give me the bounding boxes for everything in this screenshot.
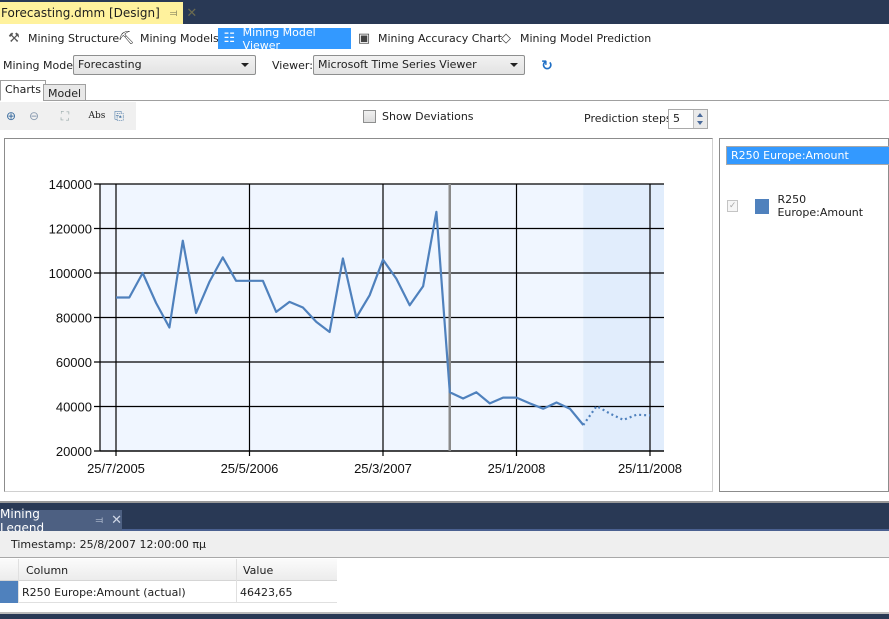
model-viewer-icon: ☷ bbox=[223, 31, 236, 46]
mining-legend-grid: Column Value R250 Europe:Amount (actual)… bbox=[0, 559, 337, 603]
tab-mining-model-prediction[interactable]: ◇ Mining Model Prediction bbox=[494, 28, 655, 49]
tab-label: Model bbox=[48, 87, 82, 100]
show-deviations-label: Show Deviations bbox=[382, 110, 474, 123]
pin-icon[interactable]: ⫤ bbox=[96, 515, 104, 526]
x-tick-label: 25/11/2008 bbox=[618, 461, 682, 476]
series-item[interactable]: ✓ R250 Europe:Amount bbox=[727, 193, 888, 219]
tab-charts[interactable]: Charts bbox=[0, 80, 46, 101]
chart-toolbar: ⊕ ⊖ ⛶ Abs ⎘ bbox=[0, 102, 136, 130]
tab-mining-accuracy-chart[interactable]: ▣ Mining Accuracy Chart bbox=[352, 28, 506, 49]
show-deviations-toggle[interactable]: Show Deviations bbox=[363, 110, 474, 123]
series-panel: R250 Europe:Amount ✓ R250 Europe:Amount bbox=[719, 138, 889, 492]
series-item-label: R250 Europe:Amount bbox=[777, 193, 864, 219]
cell-column: R250 Europe:Amount (actual) bbox=[22, 586, 186, 599]
mining-model-label: Mining Model: bbox=[3, 59, 80, 72]
timestamp-bar: Timestamp: 25/8/2007 12:00:00 πμ bbox=[0, 531, 889, 558]
x-tick-label: 25/1/2008 bbox=[488, 461, 546, 476]
y-tick-label: 80000 bbox=[56, 311, 92, 326]
arrow-down-icon[interactable] bbox=[697, 121, 703, 125]
refresh-icon[interactable]: ↻ bbox=[539, 58, 555, 74]
abs-icon[interactable]: Abs bbox=[86, 108, 108, 124]
viewer-sub-tabs: Charts Model bbox=[0, 80, 889, 101]
tab-label: Mining Model Viewer bbox=[242, 25, 316, 52]
tab-label: Mining Structure bbox=[28, 32, 120, 45]
document-tab[interactable]: Forecasting.dmm [Design] ⫤ ✕ bbox=[0, 2, 197, 24]
bottom-frame bbox=[0, 614, 889, 619]
copy-icon[interactable]: ⎘ bbox=[110, 108, 128, 124]
grid-header: Column Value bbox=[0, 559, 337, 581]
tab-label: Mining Accuracy Chart bbox=[378, 32, 502, 45]
series-selected-label: R250 Europe:Amount bbox=[731, 149, 849, 162]
designer-tabs: ⚒ Mining Structure ⛏ Mining Models ☷ Min… bbox=[0, 24, 889, 52]
tab-mining-structure[interactable]: ⚒ Mining Structure bbox=[2, 28, 123, 49]
chevron-down-icon bbox=[510, 63, 518, 67]
prediction-steps-label: Prediction steps bbox=[584, 112, 672, 125]
prediction-steps-value: 5 bbox=[673, 112, 680, 125]
fit-icon[interactable]: ⛶ bbox=[56, 108, 74, 124]
arrow-up-icon[interactable] bbox=[697, 113, 703, 117]
zoom-in-icon[interactable]: ⊕ bbox=[2, 108, 20, 124]
y-tick-label: 120000 bbox=[49, 222, 92, 237]
stepper-buttons[interactable] bbox=[693, 110, 707, 128]
pickaxe-icon: ⛏ bbox=[117, 31, 135, 46]
x-tick-label: 25/7/2005 bbox=[87, 461, 145, 476]
x-tick-label: 25/3/2007 bbox=[354, 461, 412, 476]
y-tick-label: 40000 bbox=[56, 400, 92, 415]
grid-divider bbox=[18, 559, 19, 603]
y-tick-label: 140000 bbox=[49, 177, 92, 192]
tab-model[interactable]: Model bbox=[43, 84, 87, 101]
chart-panel: 140000 120000 100000 80000 60000 40000 20000 25… bbox=[4, 138, 713, 492]
zoom-out-icon[interactable]: ⊖ bbox=[25, 108, 43, 124]
mining-structure-icon: ⚒ bbox=[8, 31, 20, 46]
chevron-down-icon bbox=[241, 63, 249, 67]
series-color-marker bbox=[0, 581, 18, 603]
tab-label: Mining Model Prediction bbox=[520, 32, 652, 45]
designer-window: Forecasting.dmm [Design] ⫤ ✕ ⚒ Mining St… bbox=[0, 0, 889, 619]
series-checkbox[interactable]: ✓ bbox=[727, 200, 739, 212]
diamond-icon: ◇ bbox=[501, 31, 511, 46]
table-row[interactable]: R250 Europe:Amount (actual) 46423,65 bbox=[0, 581, 337, 603]
timestamp-text: Timestamp: 25/8/2007 12:00:00 πμ bbox=[11, 538, 207, 551]
series-selector[interactable]: R250 Europe:Amount bbox=[726, 146, 889, 165]
x-tick-label: 25/5/2006 bbox=[221, 461, 279, 476]
mining-model-dropdown[interactable]: Forecasting bbox=[73, 55, 256, 75]
mining-legend-tab[interactable]: Mining Legend ⫤ ✕ bbox=[0, 507, 122, 535]
tab-mining-models[interactable]: ⛏ Mining Models bbox=[114, 28, 223, 49]
y-tick-label: 20000 bbox=[56, 444, 92, 459]
tab-label: Charts bbox=[5, 83, 41, 96]
close-icon[interactable]: ✕ bbox=[186, 6, 197, 21]
close-icon[interactable]: ✕ bbox=[111, 513, 122, 528]
series-color-swatch bbox=[755, 198, 770, 214]
document-tab-title: Forecasting.dmm [Design] bbox=[1, 6, 160, 20]
accuracy-chart-icon: ▣ bbox=[357, 31, 371, 46]
viewer-dropdown[interactable]: Microsoft Time Series Viewer bbox=[313, 55, 525, 75]
y-tick-label: 100000 bbox=[49, 266, 92, 281]
column-header-value[interactable]: Value bbox=[243, 564, 273, 577]
prediction-steps-stepper[interactable]: 5 bbox=[668, 109, 708, 129]
column-header-column[interactable]: Column bbox=[26, 564, 68, 577]
time-series-chart[interactable]: 140000 120000 100000 80000 60000 40000 20000 25… bbox=[5, 139, 714, 493]
grid-divider bbox=[236, 559, 237, 603]
tab-mining-model-viewer[interactable]: ☷ Mining Model Viewer bbox=[218, 25, 351, 52]
model-selection-row: Mining Model: Forecasting Viewer: Micros… bbox=[0, 52, 889, 80]
mining-legend-tab-strip: Mining Legend ⫤ ✕ bbox=[0, 503, 889, 535]
pin-icon[interactable]: ⫤ bbox=[170, 8, 178, 19]
document-tab-strip: Forecasting.dmm [Design] ⫤ ✕ bbox=[0, 0, 889, 24]
mining-model-value: Forecasting bbox=[78, 58, 142, 71]
tab-label: Mining Models bbox=[140, 32, 219, 45]
viewer-value: Microsoft Time Series Viewer bbox=[318, 58, 477, 71]
viewer-label: Viewer: bbox=[272, 59, 313, 72]
show-deviations-checkbox[interactable] bbox=[363, 110, 376, 123]
y-tick-label: 60000 bbox=[56, 355, 92, 370]
cell-value: 46423,65 bbox=[240, 586, 293, 599]
